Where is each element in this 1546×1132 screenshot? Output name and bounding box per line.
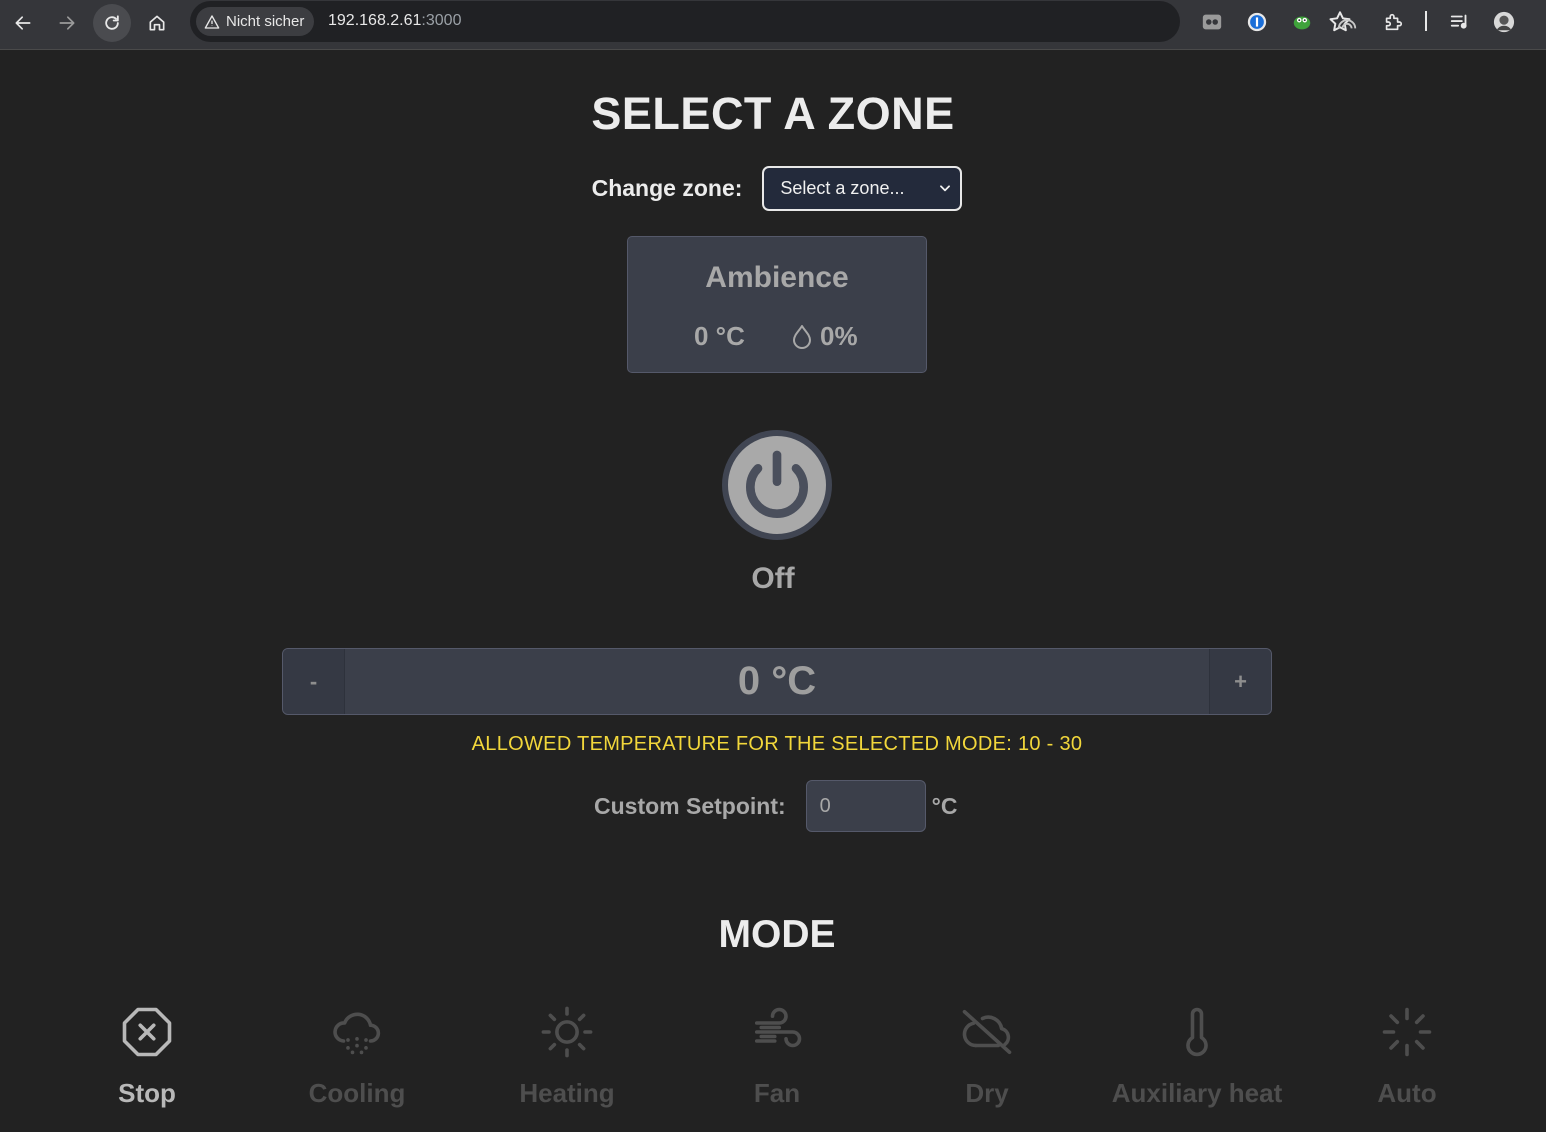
cloud-off-icon xyxy=(962,1009,1012,1055)
arrow-right-icon xyxy=(59,16,75,30)
extension-glasses-icon[interactable] xyxy=(1200,10,1224,34)
mode-fan-button[interactable]: Fan xyxy=(672,1000,882,1120)
media-queue-icon[interactable] xyxy=(1448,10,1472,34)
extension-arch-icon[interactable] xyxy=(1335,10,1359,34)
url-text: 192.168.2.61:3000 xyxy=(328,12,461,30)
zone-select-value: Select a zone... xyxy=(780,178,905,198)
password-manager-icon[interactable] xyxy=(1245,10,1269,34)
decrease-temperature-button[interactable]: - xyxy=(283,649,345,714)
loader-icon xyxy=(1382,1007,1432,1057)
allowed-temperature-message: ALLOWED TEMPERATURE FOR THE SELECTED MOD… xyxy=(471,733,1083,755)
setpoint-unit: °C xyxy=(931,792,958,819)
mode-label: Stop xyxy=(118,1078,176,1108)
custom-setpoint-row: Custom Setpoint: 0 °C xyxy=(594,780,957,832)
toolbar-divider xyxy=(1425,11,1427,31)
chevron-down-icon xyxy=(940,185,951,192)
setpoint-label: Custom Setpoint: xyxy=(594,792,786,819)
power-icon xyxy=(746,450,808,519)
mode-label: Auto xyxy=(1377,1078,1437,1108)
mode-label: Fan xyxy=(753,1078,801,1108)
profile-avatar[interactable] xyxy=(1492,10,1516,34)
forward-button[interactable] xyxy=(48,4,86,42)
ambience-title: Ambience xyxy=(705,261,849,294)
security-label: Nicht sicher xyxy=(226,13,305,30)
mode-cooling-button[interactable]: Cooling xyxy=(252,1000,462,1120)
zone-select[interactable]: Select a zone... xyxy=(762,166,963,211)
mode-label: Auxiliary heat xyxy=(1111,1078,1283,1108)
mode-heating-button[interactable]: Heating xyxy=(462,1000,672,1120)
snow-cloud-icon xyxy=(333,1012,381,1055)
mode-dry-button[interactable]: Dry xyxy=(882,1000,1092,1120)
zone-label: Change zone: xyxy=(591,175,743,201)
url-port: :3000 xyxy=(421,12,462,29)
page-title: SELECT A ZONE xyxy=(591,88,955,139)
temperature-control: - 0 °C + xyxy=(282,648,1272,715)
browser-toolbar: Nicht sicher 192.168.2.61:3000 xyxy=(0,0,1546,50)
wind-icon xyxy=(754,1007,802,1048)
back-button[interactable] xyxy=(4,4,42,42)
reload-button[interactable] xyxy=(93,4,131,42)
ambience-card: Ambience 0 °C 0% xyxy=(627,236,927,373)
setpoint-input[interactable]: 0 xyxy=(805,780,926,832)
warning-icon xyxy=(204,14,220,29)
mode-stop-button[interactable]: Stop xyxy=(42,1000,252,1120)
temperature-value: 0 °C xyxy=(737,659,817,703)
stop-icon xyxy=(122,1007,172,1057)
ambience-temperature: 0 °C xyxy=(694,321,745,351)
power-state-label: Off xyxy=(751,562,795,595)
power-button[interactable] xyxy=(722,430,832,540)
security-indicator[interactable]: Nicht sicher xyxy=(196,7,315,36)
home-button[interactable] xyxy=(138,4,176,42)
thermometer-icon xyxy=(1186,1007,1208,1057)
mode-label: Cooling xyxy=(308,1078,406,1108)
mode-auxiliary-heat-button[interactable]: Auxiliary heat xyxy=(1092,1000,1302,1120)
reload-icon xyxy=(105,15,119,30)
ambience-humidity-value: 0% xyxy=(820,321,858,351)
extension-green-icon[interactable] xyxy=(1290,10,1314,34)
mode-label: Dry xyxy=(965,1078,1009,1108)
mode-title: MODE xyxy=(718,913,836,956)
mode-label: Heating xyxy=(519,1078,615,1108)
ambience-humidity: 0% xyxy=(790,321,858,352)
arrow-left-icon xyxy=(15,16,31,30)
home-icon xyxy=(149,15,165,31)
url-host: 192.168.2.61 xyxy=(328,12,422,29)
increase-temperature-button[interactable]: + xyxy=(1209,649,1271,714)
address-bar[interactable]: Nicht sicher 192.168.2.61:3000 xyxy=(190,1,1351,42)
zone-selector-row: Change zone: Select a zone... xyxy=(0,166,1546,211)
sun-icon xyxy=(541,1006,593,1058)
droplet-icon xyxy=(793,324,811,349)
mode-auto-button[interactable]: Auto xyxy=(1302,1000,1512,1120)
extensions-puzzle-icon[interactable] xyxy=(1381,10,1405,34)
